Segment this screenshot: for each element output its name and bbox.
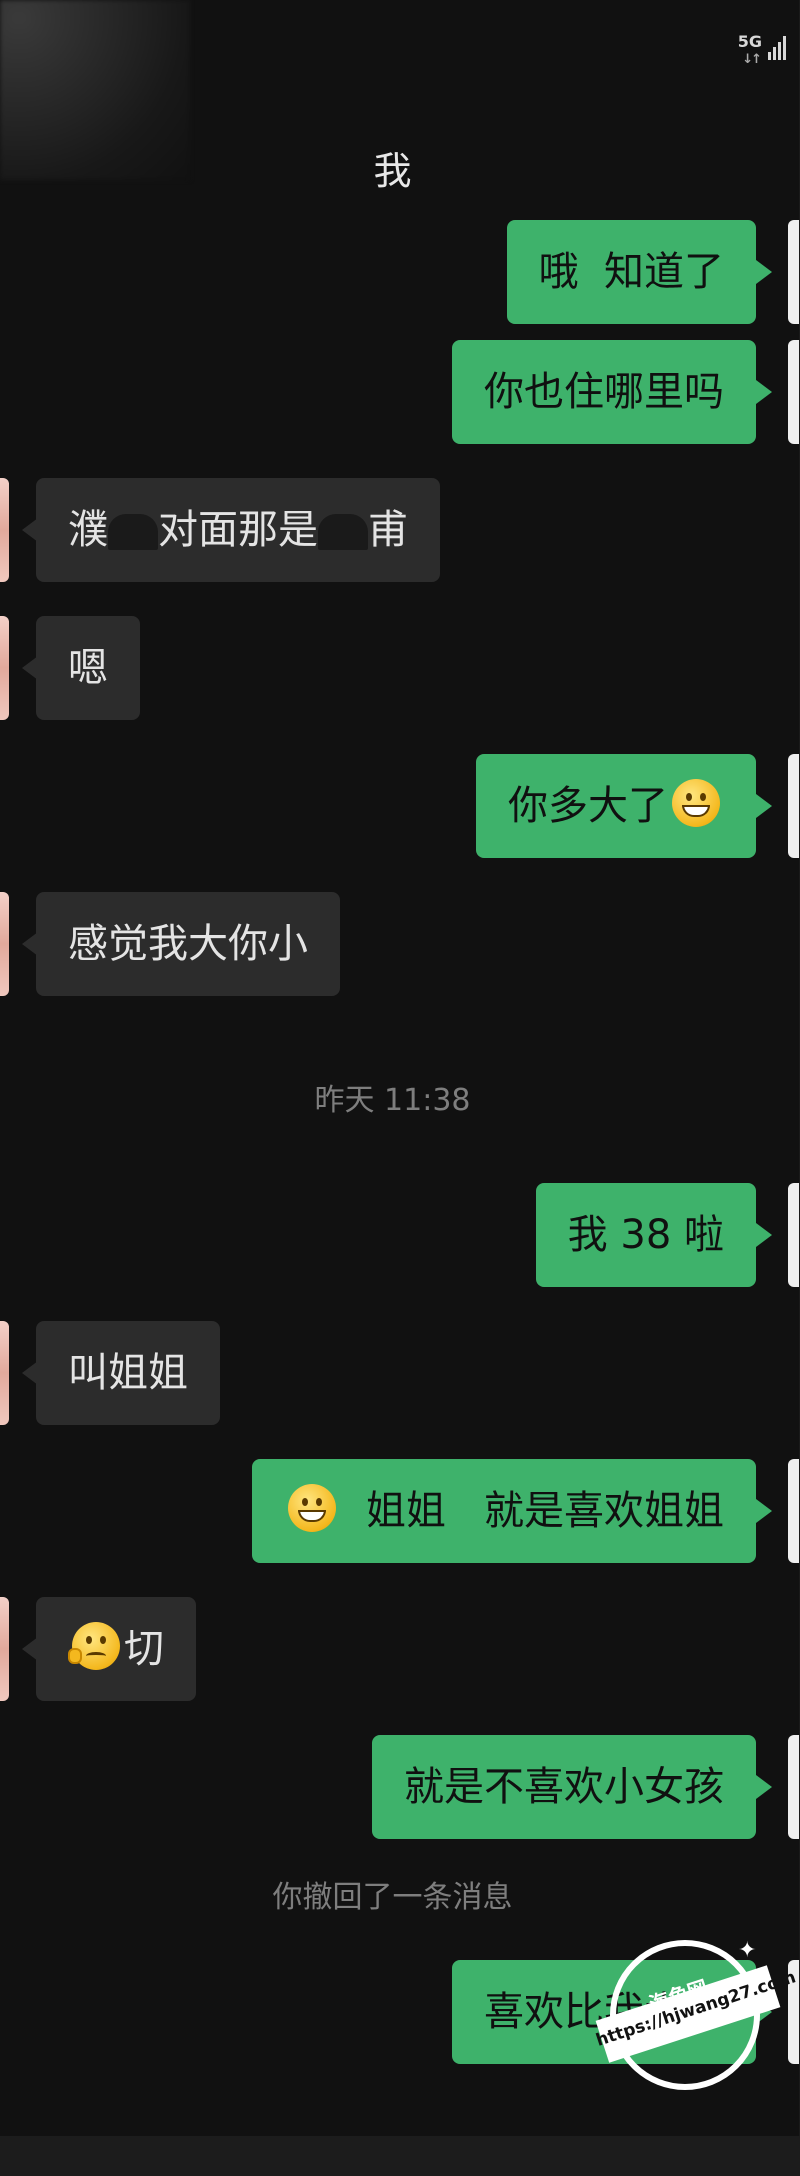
sent-message: 你也住哪里吗 <box>0 340 800 444</box>
sent-message: 就是不喜欢小女孩 <box>0 1735 800 1839</box>
sent-message: 姐姐 就是喜欢姐姐 <box>0 1459 800 1563</box>
grin-emoji-icon <box>672 779 720 827</box>
message-text: 就是不喜欢小女孩 <box>404 1764 724 1810</box>
message-text: 嗯 <box>68 645 108 691</box>
recall-notice: 你撤回了一条消息 <box>272 1880 513 1915</box>
message-text: 感觉我大你小 <box>68 921 308 967</box>
message-bubble[interactable]: 你也住哪里吗 <box>452 340 756 444</box>
bubble-tail <box>756 260 772 284</box>
input-bar[interactable] <box>0 2136 800 2176</box>
bubble-tail <box>756 1775 772 1799</box>
confused-emoji-icon <box>68 1622 120 1670</box>
message-text: 姐姐 就是喜欢姐姐 <box>340 1488 724 1534</box>
message-bubble[interactable]: 感觉我大你小 <box>36 892 340 996</box>
received-message: 切 <box>0 1597 800 1701</box>
contact-avatar[interactable] <box>0 1597 9 1701</box>
message-bubble[interactable]: 你多大了 <box>476 754 756 858</box>
message-text: 你也住哪里吗 <box>484 369 724 415</box>
message-text: 我 38 啦 <box>567 1212 724 1258</box>
received-message: 叫姐姐 <box>0 1321 800 1425</box>
data-arrows-icon: ↓↑ <box>742 52 762 67</box>
sent-message: 哦 知道了 <box>0 220 800 324</box>
message-bubble[interactable]: 我 38 啦 <box>535 1183 756 1287</box>
received-message: 感觉我大你小 <box>0 892 800 996</box>
message-text: 濮 <box>68 507 108 553</box>
contact-avatar[interactable] <box>0 1321 9 1425</box>
redaction-mark <box>318 514 368 550</box>
message-text: 叫姐姐 <box>68 1350 188 1396</box>
message-bubble[interactable]: 嗯 <box>36 616 140 720</box>
network-type: 5G <box>737 32 762 51</box>
chat-title[interactable]: 我 <box>0 140 785 195</box>
contact-avatar[interactable] <box>0 892 9 996</box>
message-bubble[interactable]: 就是不喜欢小女孩 <box>372 1735 756 1839</box>
message-bubble[interactable]: 叫姐姐 <box>36 1321 220 1425</box>
sparkle-icon: ✦ <box>738 1938 757 1963</box>
watermark-logo: ✦ 海角网 https://hjwang27.com <box>590 1930 798 2130</box>
contact-avatar[interactable] <box>0 616 9 720</box>
redaction-mark <box>108 514 158 550</box>
bubble-tail <box>756 1223 772 1247</box>
message-text: 你多大了 <box>508 783 668 829</box>
bubble-tail <box>756 1499 772 1523</box>
message-bubble[interactable]: 姐姐 就是喜欢姐姐 <box>252 1459 756 1563</box>
message-bubble[interactable]: 切 <box>36 1597 196 1701</box>
bubble-tail <box>756 794 772 818</box>
sent-message: 我 38 啦 <box>0 1183 800 1287</box>
message-bubble[interactable]: 濮 对面那是 甫 <box>36 478 440 582</box>
message-bubble[interactable]: 哦 知道了 <box>506 220 756 324</box>
message-text: 对面那是 <box>158 507 318 553</box>
message-text: 切 <box>124 1626 164 1672</box>
message-text: 哦 知道了 <box>538 249 724 295</box>
timestamp: 昨天 11:38 <box>314 1083 471 1118</box>
received-message: 嗯 <box>0 616 800 720</box>
chat-screen: 5G ↓↑ 我 哦 知道了你也住哪里吗濮 对面那是 甫嗯你多大了感觉我大你小昨天 1… <box>0 0 800 2176</box>
message-text: 甫 <box>368 507 408 553</box>
bubble-tail <box>756 380 772 404</box>
grin-emoji-icon <box>288 1484 337 1532</box>
signal-icon <box>768 36 790 60</box>
contact-avatar[interactable] <box>0 478 9 582</box>
received-message: 濮 对面那是 甫 <box>0 478 800 582</box>
sent-message: 你多大了 <box>0 754 800 858</box>
